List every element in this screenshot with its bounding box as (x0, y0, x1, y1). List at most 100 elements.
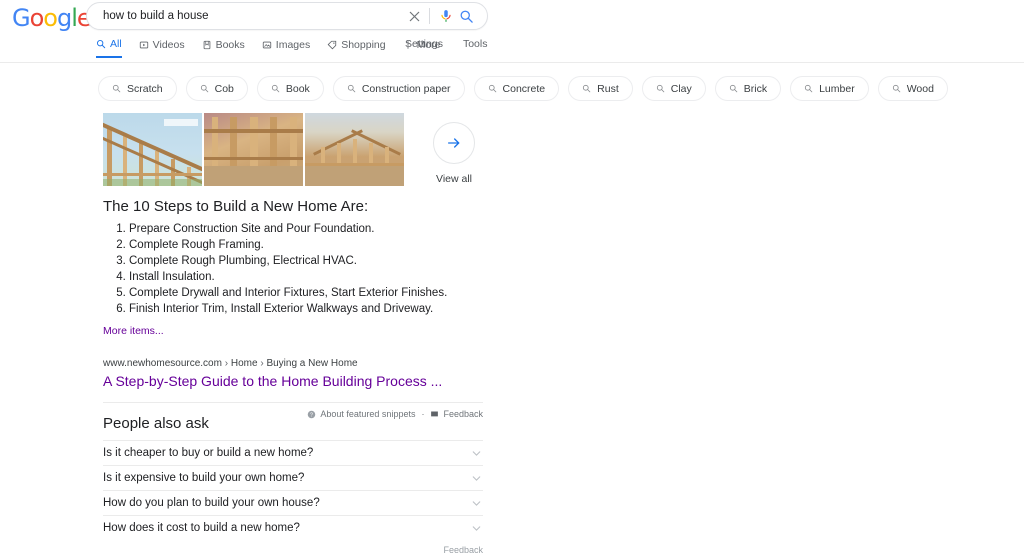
paa-question-row[interactable]: How do you plan to build your own house? (103, 490, 483, 515)
search-icon (200, 84, 209, 93)
tab-images-label: Images (276, 39, 310, 51)
search-divider (429, 8, 430, 24)
search-input[interactable] (87, 3, 404, 29)
tools-button[interactable]: Tools (463, 38, 488, 50)
result-url: www.newhomesource.com › Home › Buying a … (103, 357, 483, 370)
chip-rust[interactable]: Rust (568, 76, 633, 101)
chip-label: Concrete (503, 83, 546, 95)
tab-images[interactable]: Images (262, 37, 310, 57)
image-icon (262, 40, 272, 50)
paa-question-text: How does it cost to build a new home? (103, 522, 300, 534)
image-annotation (164, 119, 198, 126)
logo-letter-o1: o (30, 4, 44, 32)
chip-lumber[interactable]: Lumber (790, 76, 869, 101)
logo-letter-g1: G (12, 4, 30, 32)
list-item: Complete Rough Framing. (129, 237, 483, 253)
people-also-ask: People also ask Is it cheaper to buy or … (103, 415, 483, 555)
image-results-row (103, 113, 406, 186)
search-icon (112, 84, 121, 93)
list-item: Complete Rough Plumbing, Electrical HVAC… (129, 253, 483, 269)
chip-label: Lumber (819, 83, 855, 95)
list-item: Complete Drywall and Interior Fixtures, … (129, 285, 483, 301)
featured-snippet: The 10 Steps to Build a New Home Are: Pr… (103, 198, 483, 419)
list-item: Prepare Construction Site and Pour Found… (129, 221, 483, 237)
chip-concrete[interactable]: Concrete (474, 76, 560, 101)
tab-videos[interactable]: Videos (139, 37, 185, 57)
logo-letter-o2: o (43, 4, 57, 32)
paa-question-row[interactable]: Is it expensive to build your own home? (103, 465, 483, 490)
snippet-steps-list: Prepare Construction Site and Pour Found… (103, 221, 483, 317)
tab-all-label: All (110, 38, 122, 50)
breadcrumb-item: Home (231, 358, 258, 369)
paa-question-row[interactable]: How does it cost to build a new home? (103, 515, 483, 540)
chip-label: Clay (671, 83, 692, 95)
list-item: Install Insulation. (129, 269, 483, 285)
tab-shopping-label: Shopping (341, 39, 385, 51)
image-thumbnail[interactable] (204, 113, 303, 186)
tab-books[interactable]: Books (202, 37, 245, 57)
paa-question-text: How do you plan to build your own house? (103, 497, 320, 509)
tab-shopping[interactable]: Shopping (327, 37, 385, 57)
result-title-link[interactable]: A Step-by-Step Guide to the Home Buildin… (103, 373, 483, 389)
google-logo[interactable]: Google (12, 4, 91, 32)
chip-clay[interactable]: Clay (642, 76, 706, 101)
more-items-link[interactable]: More items... (103, 325, 164, 337)
chip-wood[interactable]: Wood (878, 76, 948, 101)
search-icon[interactable] (455, 7, 477, 25)
image-thumbnail[interactable] (305, 113, 404, 186)
search-icon (729, 84, 738, 93)
breadcrumb-separator: › (225, 358, 228, 369)
tab-videos-label: Videos (153, 39, 185, 51)
view-all-images-button[interactable]: View all (424, 122, 484, 185)
chevron-down-icon (470, 472, 483, 485)
list-item: Finish Interior Trim, Install Exterior W… (129, 301, 483, 317)
chevron-down-icon (470, 447, 483, 460)
snippet-title: The 10 Steps to Build a New Home Are: (103, 198, 483, 215)
search-icon (804, 84, 813, 93)
paa-feedback-link[interactable]: Feedback (103, 545, 483, 555)
logo-letter-g2: g (57, 4, 71, 32)
chip-label: Wood (907, 83, 934, 95)
arrow-right-icon (446, 135, 462, 151)
chevron-down-icon (470, 522, 483, 535)
page-header: Google (0, 0, 1024, 63)
tag-icon (327, 40, 337, 50)
tab-books-label: Books (216, 39, 245, 51)
paa-question-row[interactable]: Is it cheaper to buy or build a new home… (103, 440, 483, 465)
paa-title: People also ask (103, 415, 483, 432)
view-all-circle[interactable] (433, 122, 475, 164)
chip-label: Construction paper (362, 83, 451, 95)
paa-question-text: Is it expensive to build your own home? (103, 472, 304, 484)
ground-line (305, 166, 404, 186)
search-bar[interactable] (86, 2, 488, 30)
tab-all[interactable]: All (96, 36, 122, 58)
chip-label: Scratch (127, 83, 163, 95)
settings-button[interactable]: Settings (405, 38, 443, 50)
chip-label: Book (286, 83, 310, 95)
breadcrumb-item: Buying a New Home (266, 358, 357, 369)
snippet-source-result: www.newhomesource.com › Home › Buying a … (103, 357, 483, 389)
nav-right-links: Settings Tools (405, 38, 487, 50)
search-icon (488, 84, 497, 93)
close-icon[interactable] (404, 6, 424, 26)
chip-book[interactable]: Book (257, 76, 324, 101)
chip-brick[interactable]: Brick (715, 76, 781, 101)
refinement-chips: Scratch Cob Book Construction paper Conc… (98, 76, 948, 101)
chevron-down-icon (470, 497, 483, 510)
search-icon (582, 84, 591, 93)
search-icon (892, 84, 901, 93)
ground-line (204, 166, 303, 186)
image-thumbnail[interactable] (103, 113, 202, 186)
result-domain: www.newhomesource.com (103, 358, 222, 369)
microphone-icon[interactable] (437, 7, 455, 25)
search-icon (271, 84, 280, 93)
chip-label: Brick (744, 83, 767, 95)
search-icon (656, 84, 665, 93)
search-icon (96, 39, 106, 49)
paa-question-text: Is it cheaper to buy or build a new home… (103, 447, 313, 459)
nav-tabs: All Videos Books (96, 36, 458, 58)
chip-cob[interactable]: Cob (186, 76, 248, 101)
chip-scratch[interactable]: Scratch (98, 76, 177, 101)
chip-construction-paper[interactable]: Construction paper (333, 76, 465, 101)
breadcrumb-separator: › (260, 358, 263, 369)
